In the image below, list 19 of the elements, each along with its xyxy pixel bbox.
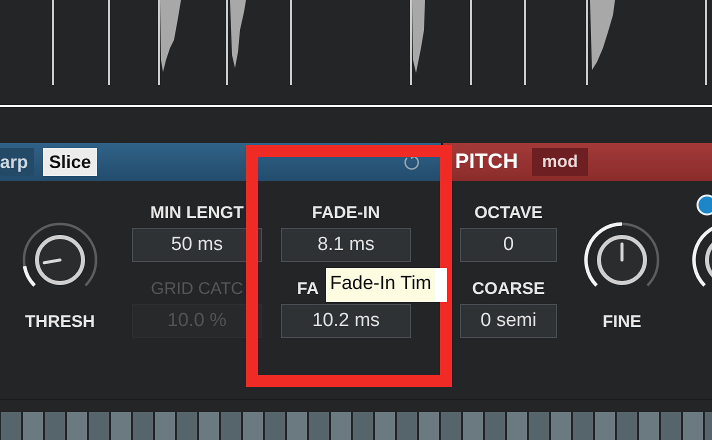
parameter-label: COARSE [472, 278, 545, 300]
badge-icon[interactable] [696, 194, 712, 216]
section-title: PITCH [455, 150, 518, 174]
value-field[interactable]: 8.1 ms [281, 228, 411, 262]
value-field[interactable]: 10.2 ms [281, 304, 411, 338]
parameter-label: MIN LENGT [150, 202, 244, 224]
tooltip: Fade-In Tim [326, 268, 448, 302]
value-field[interactable]: 50 ms [132, 228, 262, 262]
tab[interactable]: Slice [43, 148, 98, 176]
value-field[interactable]: 0 [460, 228, 557, 262]
reset-icon[interactable] [403, 154, 420, 171]
tab[interactable]: arp [0, 148, 34, 176]
parameter-label: OCTAVE [474, 202, 543, 224]
knob-label: FINE [602, 311, 642, 333]
parameter-label: FA [296, 278, 319, 300]
value-field[interactable]: 0 semi [460, 304, 557, 338]
mod-button[interactable]: mod [532, 148, 588, 176]
knob-label: THRESH [25, 311, 95, 333]
parameter-label: FADE-IN [312, 202, 380, 224]
